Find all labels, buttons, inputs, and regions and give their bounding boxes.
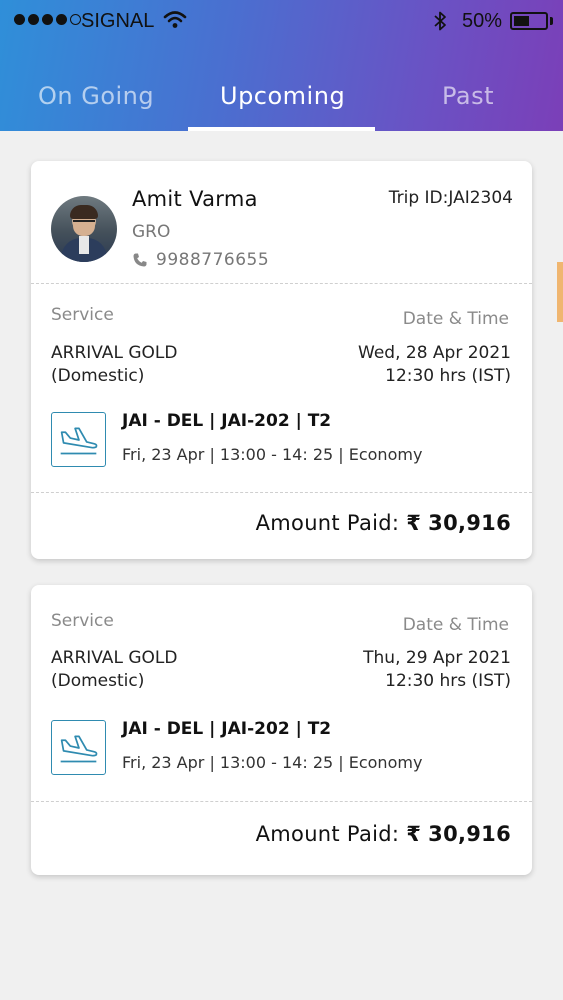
date-time-label: Date & Time — [402, 309, 509, 329]
wifi-icon — [163, 11, 187, 28]
booking-card[interactable]: Amit Varma GRO 9988776655 Trip ID:JAI230… — [31, 161, 532, 559]
service-type: (Domestic) — [51, 366, 145, 386]
flight-detail: Fri, 23 Apr | 13:00 - 14: 25 | Economy — [122, 445, 423, 464]
flight-route: JAI - DEL | JAI-202 | T2 — [122, 719, 332, 739]
service-label: Service — [51, 305, 114, 325]
date-time-label: Date & Time — [402, 615, 509, 635]
battery-cap — [550, 17, 553, 25]
tab-on-going[interactable]: On Going — [38, 82, 154, 110]
service-date: Thu, 29 Apr 2021 — [363, 648, 511, 668]
customer-phone[interactable]: 9988776655 — [156, 250, 269, 270]
phone-icon — [133, 253, 147, 267]
flight-route: JAI - DEL | JAI-202 | T2 — [122, 411, 332, 431]
booking-card[interactable]: Service Date & Time ARRIVAL GOLD (Domest… — [31, 585, 532, 875]
edge-accent — [557, 262, 563, 322]
rupee-icon: ₹ — [406, 822, 422, 846]
flight-detail: Fri, 23 Apr | 13:00 - 14: 25 | Economy — [122, 753, 423, 772]
flight-landing-icon — [51, 720, 106, 775]
flight-landing-icon — [51, 412, 106, 467]
divider — [31, 283, 532, 284]
tab-upcoming[interactable]: Upcoming — [220, 82, 345, 110]
service-time: 12:30 hrs (IST) — [385, 671, 511, 691]
signal-dots-icon — [14, 14, 81, 25]
service-type: (Domestic) — [51, 671, 145, 691]
amount-value: 30,916 — [428, 511, 511, 535]
header: SIGNAL 50% On Going Upcoming Past — [0, 0, 563, 131]
amount-label: Amount Paid: — [255, 822, 400, 846]
rupee-icon: ₹ — [406, 511, 422, 535]
battery-percentage: 50% — [462, 10, 503, 32]
amount-label: Amount Paid: — [255, 511, 400, 535]
tab-past[interactable]: Past — [442, 82, 494, 110]
active-tab-indicator — [188, 127, 375, 131]
bluetooth-icon — [434, 11, 446, 31]
service-name: ARRIVAL GOLD — [51, 648, 178, 668]
amount-value: 30,916 — [428, 822, 511, 846]
service-time: 12:30 hrs (IST) — [385, 366, 511, 386]
service-date: Wed, 28 Apr 2021 — [358, 343, 511, 363]
customer-name: Amit Varma — [132, 187, 258, 211]
carrier-name: SIGNAL — [81, 10, 155, 32]
amount-paid: Amount Paid: ₹ 30,916 — [256, 822, 511, 846]
trip-id: Trip ID:JAI2304 — [388, 188, 513, 208]
avatar — [51, 196, 117, 262]
divider — [31, 801, 532, 802]
customer-role: GRO — [132, 222, 171, 242]
status-bar: SIGNAL 50% — [0, 0, 563, 42]
amount-paid: Amount Paid: ₹ 30,916 — [256, 511, 511, 535]
service-label: Service — [51, 611, 114, 631]
divider — [31, 492, 532, 493]
service-name: ARRIVAL GOLD — [51, 343, 178, 363]
trip-tabs: On Going Upcoming Past — [0, 76, 563, 131]
battery-icon — [510, 12, 548, 30]
